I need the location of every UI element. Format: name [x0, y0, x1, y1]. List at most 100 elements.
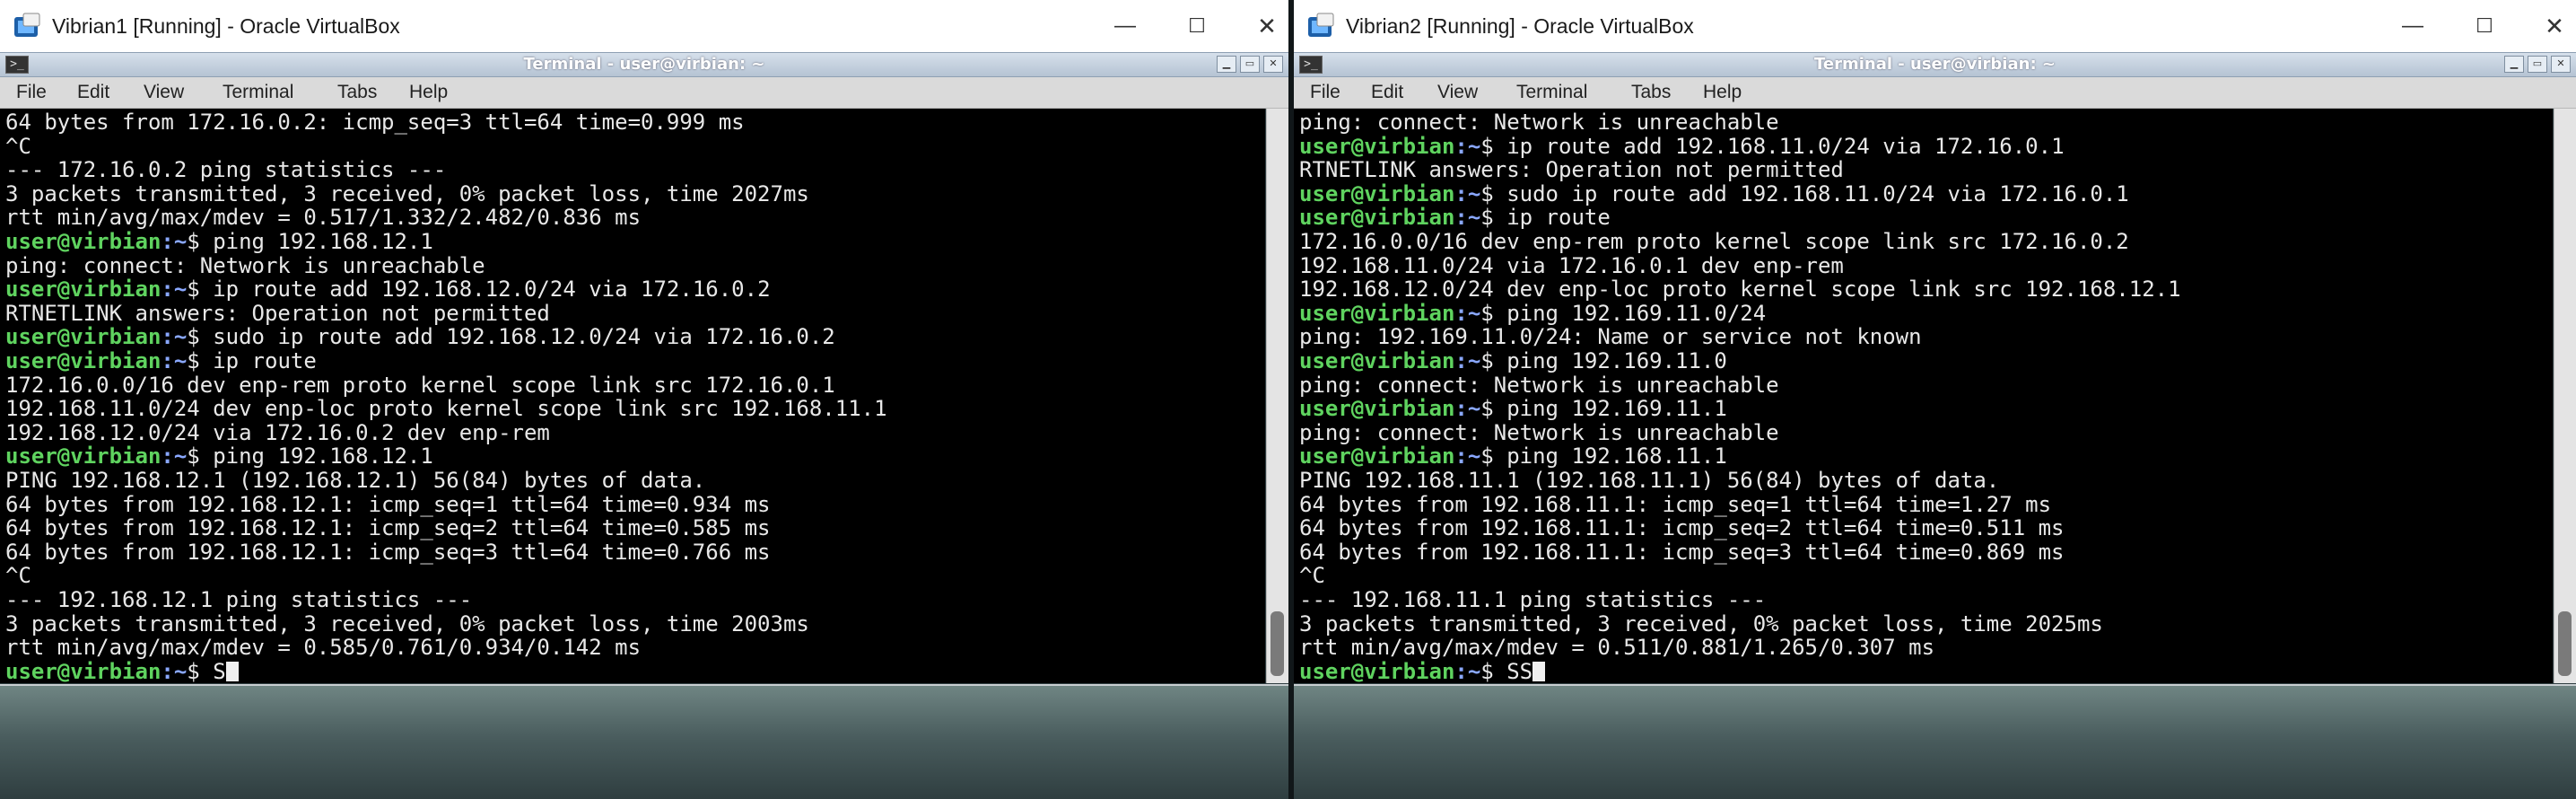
prompt-path: :~	[1454, 443, 1481, 470]
terminal-output[interactable]: ping: connect: Network is unreachable use…	[1294, 109, 2553, 683]
command-text: $ sudo ip route add 192.168.12.0/24 via …	[187, 324, 835, 350]
terminal-minimize-button[interactable]: ▁	[1217, 56, 1236, 73]
terminal-output-line: 64 bytes from 192.168.12.1: icmp_seq=3 t…	[5, 539, 771, 565]
terminal-minimize-button[interactable]: ▁	[2504, 56, 2524, 73]
terminal-close-button[interactable]: ✕	[2551, 56, 2571, 73]
close-button[interactable]: ✕	[1249, 9, 1285, 43]
prompt-user: user@virbian	[1299, 658, 1455, 683]
text-cursor	[1533, 661, 1546, 681]
command-text: $ ping 192.169.11.1	[1480, 396, 1727, 422]
prompt-user: user@virbian	[1299, 205, 1455, 231]
prompt-path: :~	[161, 348, 188, 373]
terminal-command-line: user@virbian:~$ ip route add 192.168.12.…	[5, 277, 771, 301]
terminal-output-line: ping: connect: Network is unreachable	[5, 252, 485, 278]
scrollbar-thumb[interactable]	[2558, 611, 2572, 676]
vm-window-1: Vibrian1 [Running] - Oracle VirtualBox —…	[0, 0, 1288, 799]
terminal-output-line: 192.168.11.0/24 via 172.16.0.1 dev enp-r…	[1299, 252, 1844, 278]
terminal-command-line: user@virbian:~$ ip route	[1299, 206, 1611, 229]
menu-view[interactable]: View	[144, 77, 184, 108]
terminal-output-line: --- 192.168.11.1 ping statistics ---	[1299, 587, 1767, 612]
terminal-output-line: 64 bytes from 192.168.12.1: icmp_seq=1 t…	[5, 491, 771, 517]
command-text: $ ip route add 192.168.11.0/24 via 172.1…	[1480, 133, 2065, 159]
terminal-maximize-button[interactable]: ▭	[2528, 56, 2547, 73]
prompt-path: :~	[1454, 348, 1481, 373]
terminal-output-line: 192.168.12.0/24 dev enp-loc proto kernel…	[1299, 277, 2181, 303]
scrollbar[interactable]	[2554, 109, 2576, 683]
prompt-user: user@virbian	[5, 658, 162, 683]
terminal-command-line: user@virbian:~$ sudo ip route add 192.16…	[1299, 182, 2129, 206]
terminal-command-line: user@virbian:~$ ping 192.168.11.1	[1299, 444, 1727, 468]
prompt-user: user@virbian	[5, 348, 162, 373]
terminal-output-line: RTNETLINK answers: Operation not permitt…	[1299, 157, 1844, 183]
prompt-path: :~	[1454, 205, 1481, 231]
terminal-output-line: 3 packets transmitted, 3 received, 0% pa…	[5, 180, 809, 206]
menu-help[interactable]: Help	[409, 77, 448, 108]
window-titlebar[interactable]: Vibrian1 [Running] - Oracle VirtualBox —…	[0, 0, 1288, 52]
maximize-button[interactable]: ☐	[1179, 9, 1215, 43]
terminal-command-line: user@virbian:~$ ping 192.169.11.0/24	[1299, 302, 1766, 325]
desktop-background	[1294, 684, 2576, 799]
prompt-user: user@virbian	[5, 324, 162, 350]
prompt-user: user@virbian	[1299, 180, 1455, 206]
terminal-output-line: rtt min/avg/max/mdev = 0.517/1.332/2.482…	[5, 205, 642, 231]
menu-tabs[interactable]: Tabs	[337, 77, 377, 108]
prompt-user: user@virbian	[1299, 396, 1455, 422]
menu-tabs[interactable]: Tabs	[1631, 77, 1671, 108]
prompt-path: :~	[1454, 658, 1481, 683]
menu-file[interactable]: File	[16, 77, 47, 108]
terminal-output-line: 3 packets transmitted, 3 received, 0% pa…	[1299, 610, 2103, 637]
window-titlebar[interactable]: Vibrian2 [Running] - Oracle VirtualBox —…	[1294, 0, 2576, 52]
scrollbar[interactable]	[1266, 109, 1288, 683]
menu-terminal[interactable]: Terminal	[1516, 77, 1587, 108]
prompt-path: :~	[161, 277, 188, 303]
menu-view[interactable]: View	[1437, 77, 1478, 108]
menu-bar: File Edit View Terminal Tabs Help	[0, 77, 1288, 109]
terminal-output-line: PING 192.168.11.1 (192.168.11.1) 56(84) …	[1299, 468, 2000, 493]
window-title: Vibrian2 [Running] - Oracle VirtualBox	[1346, 14, 1694, 38]
close-button[interactable]: ✕	[2537, 9, 2572, 43]
prompt-path: :~	[161, 443, 188, 470]
terminal-output-line: ping: connect: Network is unreachable	[1299, 419, 1779, 445]
terminal-output-line: rtt min/avg/max/mdev = 0.585/0.761/0.934…	[5, 635, 642, 661]
terminal-output-line: ping: 192.169.11.0/24: Name or service n…	[1299, 324, 1922, 350]
virtualbox-icon	[1305, 12, 1337, 40]
minimize-button[interactable]: —	[1107, 9, 1143, 43]
desktop-background	[0, 684, 1288, 799]
terminal-maximize-button[interactable]: ▭	[1240, 56, 1260, 73]
terminal-titlebar[interactable]: >_ Terminal - user@virbian: ~ ▁ ▭ ✕	[0, 52, 1288, 77]
terminal-output[interactable]: 64 bytes from 172.16.0.2: icmp_seq=3 ttl…	[0, 109, 1265, 683]
terminal-output-line: 192.168.11.0/24 dev enp-loc proto kernel…	[5, 396, 887, 422]
command-text: $ ping 192.169.11.0	[1480, 348, 1727, 373]
terminal-title: Terminal - user@virbian: ~	[523, 55, 765, 74]
prompt-path: :~	[1454, 180, 1481, 206]
menu-terminal[interactable]: Terminal	[223, 77, 293, 108]
command-text: $ S	[187, 658, 226, 683]
terminal-title: Terminal - user@virbian: ~	[1814, 55, 2056, 74]
minimize-button[interactable]: —	[2395, 9, 2431, 43]
terminal-output-line: ^C	[5, 133, 31, 159]
terminal-close-button[interactable]: ✕	[1263, 56, 1283, 73]
terminal-command-line: user@virbian:~$ ping 192.168.12.1	[5, 444, 433, 468]
maximize-button[interactable]: ☐	[2467, 9, 2502, 43]
scrollbar-thumb[interactable]	[1271, 611, 1284, 676]
menu-help[interactable]: Help	[1703, 77, 1742, 108]
terminal-command-line: user@virbian:~$ S	[5, 660, 239, 683]
command-text: $ sudo ip route add 192.168.11.0/24 via …	[1480, 180, 2129, 206]
prompt-path: :~	[1454, 133, 1481, 159]
menu-edit[interactable]: Edit	[1371, 77, 1403, 108]
terminal-output-line: 3 packets transmitted, 3 received, 0% pa…	[5, 610, 809, 637]
terminal-output-line: ping: connect: Network is unreachable	[1299, 372, 1779, 398]
terminal-output-line: rtt min/avg/max/mdev = 0.511/0.881/1.265…	[1299, 635, 1935, 661]
menu-file[interactable]: File	[1310, 77, 1340, 108]
menu-edit[interactable]: Edit	[77, 77, 109, 108]
command-text: $ ping 192.168.11.1	[1480, 443, 1727, 470]
terminal-command-line: user@virbian:~$ ping 192.169.11.1	[1299, 397, 1727, 420]
terminal-command-line: user@virbian:~$ ping 192.169.11.0	[1299, 349, 1727, 373]
terminal-command-line: user@virbian:~$ sudo ip route add 192.16…	[5, 325, 835, 348]
terminal-output-line: ^C	[1299, 563, 1325, 589]
terminal-output-line: ping: connect: Network is unreachable	[1299, 110, 1779, 135]
terminal-titlebar[interactable]: >_ Terminal - user@virbian: ~ ▁ ▭ ✕	[1294, 52, 2576, 77]
prompt-user: user@virbian	[1299, 443, 1455, 470]
terminal-output-line: 64 bytes from 192.168.11.1: icmp_seq=3 t…	[1299, 539, 2065, 565]
menu-bar: File Edit View Terminal Tabs Help	[1294, 77, 2576, 109]
